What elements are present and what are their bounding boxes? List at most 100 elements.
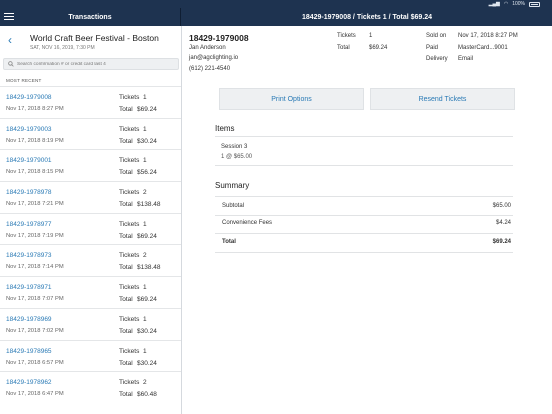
transaction-date: Nov 17, 2018 6:47 PM bbox=[6, 391, 64, 398]
table-row[interactable]: 18429-1978978 Nov 17, 2018 7:21 PM Tickets… bbox=[0, 181, 181, 213]
delivery-value: Email bbox=[458, 56, 474, 62]
customer-phone: (612) 221-4540 bbox=[189, 66, 231, 72]
paid-value: MasterCard...9001 bbox=[458, 45, 508, 51]
table-row[interactable]: 18429-1978977 Nov 17, 2018 7:19 PM Tickets… bbox=[0, 212, 181, 245]
tickets-label: Tickets bbox=[119, 157, 140, 165]
transaction-date: Nov 17, 2018 7:19 PM bbox=[6, 232, 64, 239]
transaction-id: 18429-1978973 bbox=[6, 252, 52, 260]
total-amount: $69.24 bbox=[137, 232, 157, 240]
total-amount: $60.48 bbox=[137, 391, 157, 399]
tickets-label: Tickets bbox=[119, 220, 140, 228]
signal-icon: ▂▄▆ bbox=[488, 1, 500, 7]
transaction-detail: 18429-1979008 Jan Anderson jan@agclighti… bbox=[183, 26, 552, 414]
total-label: Total bbox=[119, 137, 133, 145]
customer-name: Jan Anderson bbox=[189, 45, 226, 51]
sidebar-title: Transactions bbox=[68, 13, 112, 21]
transaction-id: 18429-1978977 bbox=[6, 220, 52, 228]
transactions-sidebar: ‹ World Craft Beer Festival - Boston SAT… bbox=[0, 26, 182, 414]
transaction-id: 18429-1978978 bbox=[6, 189, 52, 197]
event-date: SAT, NOV 16, 2019, 7:30 PM bbox=[30, 45, 95, 51]
total-label: Total bbox=[119, 169, 133, 177]
paid-label: Paid bbox=[426, 45, 439, 51]
transaction-id: 18429-1978962 bbox=[6, 379, 52, 387]
item-quantity: 1 @ $65.00 bbox=[221, 154, 253, 160]
delivery-label: Delivery bbox=[426, 56, 448, 62]
items-heading: Items bbox=[215, 124, 235, 133]
fees-label: Convenience Fees bbox=[222, 220, 273, 226]
order-id: 18429-1979008 bbox=[189, 33, 249, 43]
fees-value: $4.24 bbox=[495, 220, 511, 226]
tickets-count: 2 bbox=[143, 252, 147, 260]
table-row[interactable]: 18429-1978971 Nov 17, 2018 7:07 PM Tickets… bbox=[0, 276, 181, 308]
transaction-id: 18429-1978971 bbox=[6, 284, 52, 292]
transaction-id: 18429-1979008 bbox=[6, 94, 52, 101]
transaction-date: Nov 17, 2018 6:57 PM bbox=[6, 359, 64, 366]
transaction-date: Nov 17, 2018 8:19 PM bbox=[6, 137, 64, 144]
summary-heading: Summary bbox=[215, 181, 250, 190]
total-amount: $138.48 bbox=[137, 201, 161, 209]
summary-row-subtotal: Subtotal $65.00 bbox=[215, 196, 513, 216]
tickets-count: 1 bbox=[143, 315, 147, 323]
total-label: Total bbox=[119, 296, 133, 304]
total-value: $69.24 bbox=[369, 45, 388, 51]
print-options-button[interactable]: Print Options bbox=[219, 88, 364, 110]
status-bar: ▂▄▆ ◠ 100% bbox=[0, 0, 552, 8]
table-row[interactable]: 18429-1978962 Nov 17, 2018 6:47 PM Tickets… bbox=[0, 371, 181, 403]
total-amount: $30.24 bbox=[137, 359, 157, 367]
search-bar[interactable] bbox=[3, 58, 179, 70]
tickets-count: 2 bbox=[143, 379, 147, 387]
total-label: Total bbox=[119, 327, 133, 335]
status-indicators: ▂▄▆ ◠ 100% bbox=[489, 0, 540, 8]
total-amount: $69.24 bbox=[137, 296, 157, 304]
tickets-label: Tickets bbox=[337, 33, 356, 39]
transaction-date: Nov 17, 2018 7:07 PM bbox=[6, 296, 64, 303]
tickets-count: 1 bbox=[143, 284, 147, 292]
table-row[interactable]: 18429-1978969 Nov 17, 2018 7:02 PM Tickets… bbox=[0, 307, 181, 340]
search-icon bbox=[8, 61, 14, 67]
customer-email: jan@agclighting.io bbox=[189, 55, 239, 61]
table-row[interactable]: 18429-1979001 Nov 17, 2018 8:15 PM Tickets… bbox=[0, 149, 181, 181]
total-label: Total bbox=[337, 45, 350, 51]
tickets-count: 1 bbox=[143, 125, 147, 133]
summary-total-label: Total bbox=[222, 239, 236, 245]
search-input[interactable] bbox=[17, 61, 177, 67]
sidebar-header: Transactions bbox=[0, 8, 181, 26]
transaction-id: 18429-1979003 bbox=[6, 125, 52, 133]
tickets-count: 1 bbox=[143, 94, 147, 101]
tickets-label: Tickets bbox=[119, 189, 140, 197]
tickets-label: Tickets bbox=[119, 284, 140, 292]
total-amount: $138.48 bbox=[137, 264, 161, 272]
resend-tickets-button[interactable]: Resend Tickets bbox=[370, 88, 515, 110]
subtotal-label: Subtotal bbox=[222, 203, 245, 209]
section-label-most-recent: MOST RECENT bbox=[6, 78, 42, 83]
back-chevron-icon[interactable]: ‹ bbox=[8, 34, 16, 46]
transaction-id: 18429-1979001 bbox=[6, 157, 52, 165]
tickets-label: Tickets bbox=[119, 252, 140, 260]
table-row[interactable]: 18429-1979008 Nov 17, 2018 8:27 PM Tickets… bbox=[0, 86, 181, 118]
total-amount: $69.24 bbox=[137, 106, 157, 113]
wifi-icon: ◠ bbox=[503, 1, 509, 7]
total-label: Total bbox=[119, 391, 133, 399]
table-row[interactable]: 18429-1979003 Nov 17, 2018 8:19 PM Tickets… bbox=[0, 117, 181, 150]
tickets-label: Tickets bbox=[119, 315, 140, 323]
tickets-value: 1 bbox=[369, 33, 373, 39]
table-row[interactable]: 18429-1978973 Nov 17, 2018 7:14 PM Tickets… bbox=[0, 244, 181, 276]
summary-row-fees: Convenience Fees $4.24 bbox=[215, 214, 513, 234]
transaction-id: 18429-1978965 bbox=[6, 347, 52, 355]
table-row[interactable]: 18429-1978965 Nov 17, 2018 6:57 PM Tickets… bbox=[0, 339, 181, 372]
total-amount: $30.24 bbox=[137, 327, 157, 335]
transaction-id: 18429-1978969 bbox=[6, 315, 52, 323]
battery-icon bbox=[529, 1, 540, 7]
transaction-date: Nov 17, 2018 8:27 PM bbox=[6, 106, 64, 112]
total-amount: $30.24 bbox=[137, 137, 157, 145]
total-label: Total bbox=[119, 106, 133, 113]
sold-on-label: Sold on bbox=[426, 33, 447, 39]
detail-title: 18429-1979008 / Tickets 1 / Total $69.24 bbox=[301, 13, 433, 21]
transaction-date: Nov 17, 2018 7:14 PM bbox=[6, 264, 64, 271]
summary-row-total: Total $69.24 bbox=[215, 233, 513, 253]
tickets-label: Tickets bbox=[119, 379, 140, 387]
battery-percent: 100% bbox=[512, 1, 525, 7]
total-label: Total bbox=[119, 201, 133, 209]
tickets-count: 1 bbox=[143, 347, 147, 355]
hamburger-menu-icon[interactable] bbox=[4, 13, 14, 21]
